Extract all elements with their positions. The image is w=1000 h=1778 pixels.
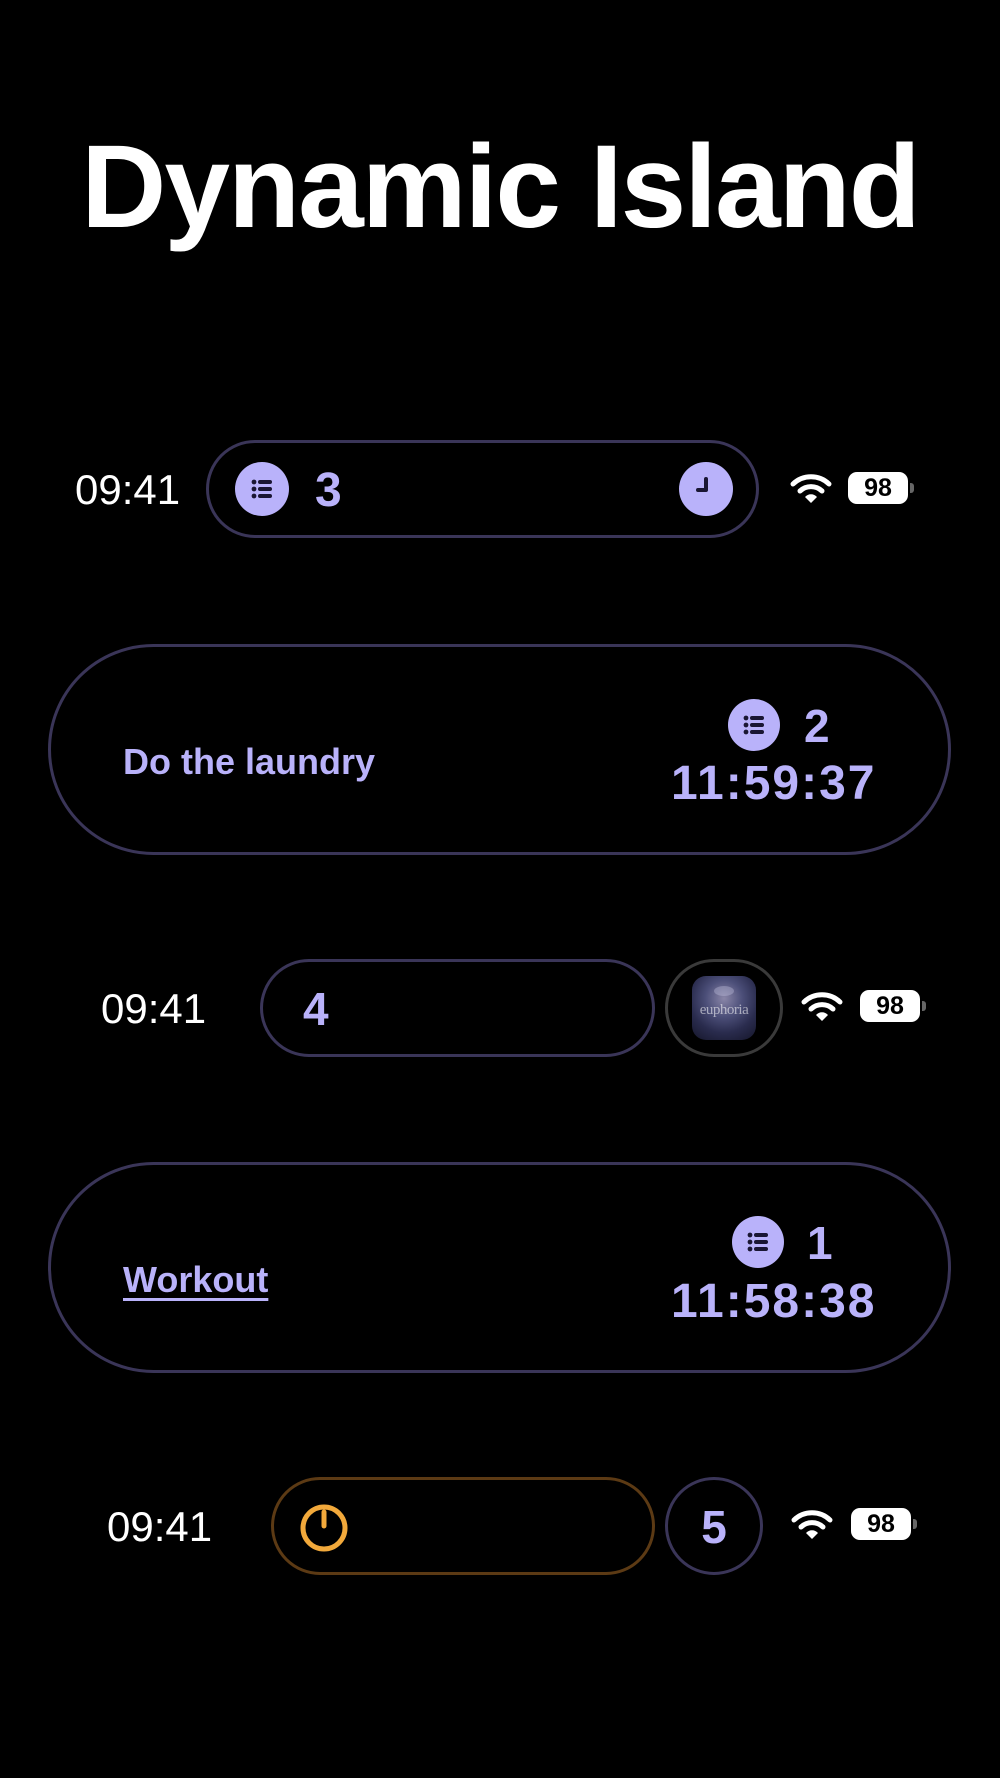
battery-icon: 98 (848, 472, 914, 504)
expanded-island-workout[interactable]: Workout 1 11:58:38 (48, 1162, 951, 1373)
list-icon (728, 699, 780, 751)
task-count: 2 (804, 700, 830, 752)
battery-icon: 98 (851, 1508, 917, 1540)
task-count: 3 (315, 464, 342, 517)
task-title: Do the laundry (123, 741, 376, 782)
compact-island[interactable]: 4 (260, 959, 655, 1057)
status-time: 09:41 (75, 466, 181, 513)
timer-icon (300, 1504, 348, 1552)
clock-icon (679, 462, 733, 516)
wifi-icon (790, 474, 832, 503)
battery-level: 98 (860, 990, 920, 1022)
battery-level: 98 (851, 1508, 911, 1540)
media-island[interactable]: euphoria (665, 959, 783, 1057)
task-count: 1 (807, 1217, 833, 1269)
album-art: euphoria (692, 976, 756, 1040)
page-title: Dynamic Island (81, 121, 921, 253)
task-title-link[interactable]: Workout (123, 1262, 268, 1298)
wifi-icon (791, 1510, 833, 1539)
wifi-icon (801, 992, 843, 1021)
status-time: 09:41 (101, 985, 207, 1032)
album-title: euphoria (699, 1002, 749, 1018)
battery-icon: 98 (860, 990, 926, 1022)
countdown-timer: 11:59:37 (671, 757, 877, 810)
countdown-timer: 11:58:38 (671, 1275, 877, 1328)
expanded-island-laundry[interactable]: Do the laundry 2 11:59:37 (48, 644, 951, 855)
task-count: 5 (701, 1501, 727, 1553)
task-count: 4 (303, 983, 329, 1035)
list-icon (732, 1216, 784, 1268)
list-icon (235, 462, 289, 516)
count-bubble[interactable]: 5 (665, 1477, 763, 1575)
timer-island[interactable] (271, 1477, 655, 1575)
status-time: 09:41 (107, 1503, 213, 1550)
compact-island[interactable]: 3 (206, 440, 759, 538)
battery-level: 98 (848, 472, 908, 504)
